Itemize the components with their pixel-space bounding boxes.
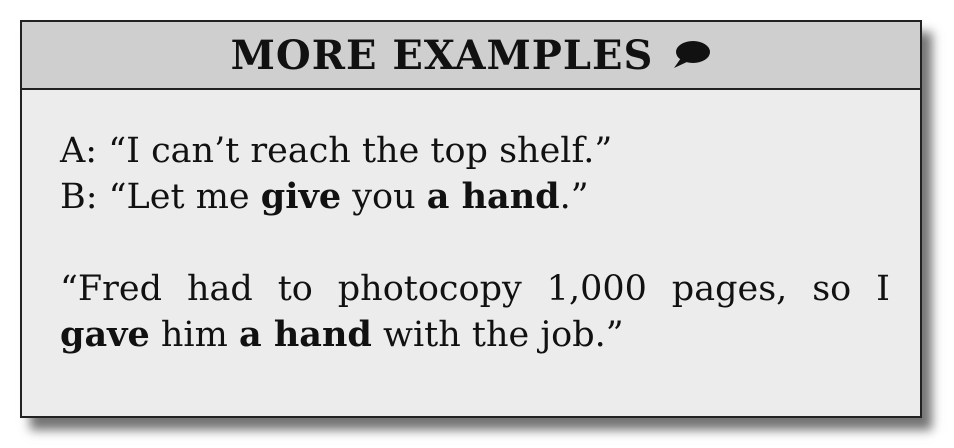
example-bold-a-hand: a hand xyxy=(238,314,372,355)
speech-bubble-icon xyxy=(671,40,711,75)
line-b-text-3: .” xyxy=(559,177,589,217)
dialogue-line-b: B: “Let me give you a hand.” xyxy=(60,174,920,220)
line-b-text-2: you xyxy=(341,177,427,217)
speaker-a-label: A: xyxy=(60,131,98,171)
card-body: A: “I can’t reach the top shelf.” B: “Le… xyxy=(22,90,920,358)
example-text-3: with the job.” xyxy=(371,315,624,355)
header-title: MORE EXAMPLES xyxy=(230,31,654,79)
card-header: MORE EXAMPLES xyxy=(22,22,920,90)
line-b-bold-give: give xyxy=(260,176,342,217)
line-b-text-1: “Let me xyxy=(108,177,261,217)
example-sentence: “Fred had to photocopy 1,000 pages, so I… xyxy=(60,266,890,358)
line-b-bold-a-hand: a hand xyxy=(426,176,560,217)
example-bold-gave: gave xyxy=(60,314,150,355)
dialogue-line-a: A: “I can’t reach the top shelf.” xyxy=(60,128,920,174)
examples-card: MORE EXAMPLES A: “I can’t reach the top … xyxy=(20,20,922,418)
example-text-1: “Fred had to photocopy 1,000 pages, so I xyxy=(60,269,890,309)
line-a-text: “I can’t reach the top shelf.” xyxy=(108,131,613,171)
speaker-b-label: B: xyxy=(60,177,98,217)
example-text-2: him xyxy=(149,315,239,355)
